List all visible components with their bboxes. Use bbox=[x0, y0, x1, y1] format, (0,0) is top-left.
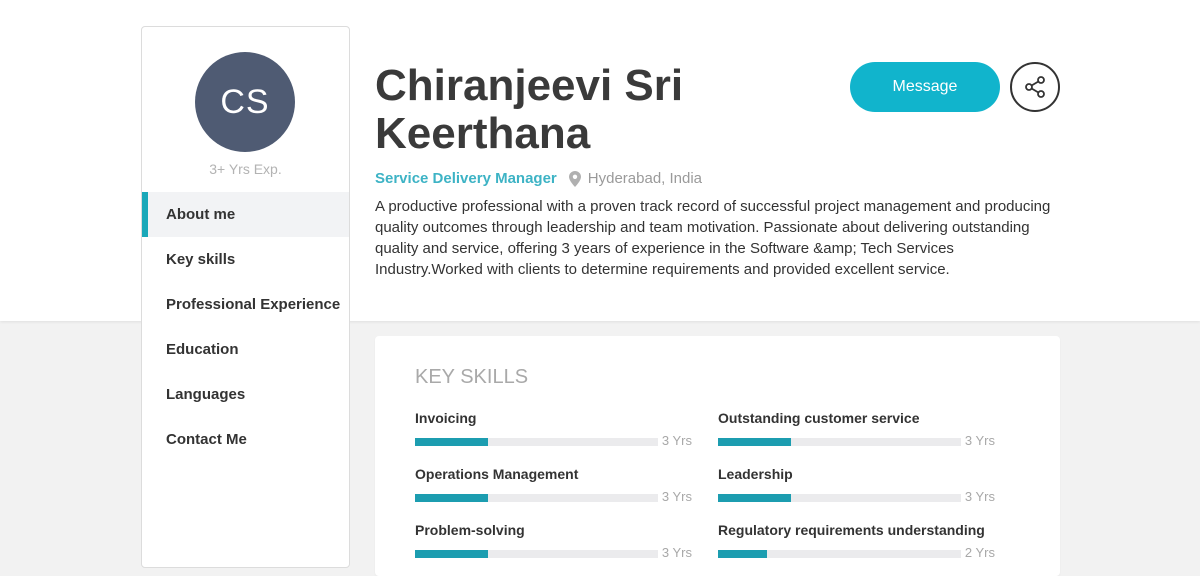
skill-bar bbox=[415, 438, 658, 446]
skill-years: 3 Yrs bbox=[964, 489, 995, 504]
skill-years: 2 Yrs bbox=[964, 545, 995, 560]
skill-item: Problem-solving 3 Yrs bbox=[415, 522, 692, 560]
skill-years: 3 Yrs bbox=[661, 489, 692, 504]
skill-name: Outstanding customer service bbox=[718, 410, 920, 426]
skill-years: 3 Yrs bbox=[661, 545, 692, 560]
skill-name: Leadership bbox=[718, 466, 793, 482]
message-button[interactable]: Message bbox=[850, 62, 1000, 112]
skill-bar-fill bbox=[415, 550, 488, 558]
share-button[interactable] bbox=[1010, 62, 1060, 112]
skill-bar-fill bbox=[718, 438, 791, 446]
skill-years: 3 Yrs bbox=[964, 433, 995, 448]
experience-label: 3+ Yrs Exp. bbox=[209, 161, 282, 177]
avatar: CS bbox=[195, 52, 295, 152]
key-skills-title: KEY SKILLS bbox=[415, 366, 529, 388]
profile-sidebar: CS 3+ Yrs Exp. About me Key skills Profe… bbox=[141, 26, 350, 568]
sidebar-item-education[interactable]: Education bbox=[142, 327, 349, 372]
skill-bar bbox=[415, 550, 658, 558]
share-icon bbox=[1025, 76, 1045, 98]
skill-item: Leadership 3 Yrs bbox=[718, 466, 995, 504]
skill-bar-fill bbox=[415, 438, 488, 446]
key-skills-card: KEY SKILLS Invoicing 3 Yrs Outstanding c… bbox=[375, 336, 1060, 576]
skill-item: Outstanding customer service 3 Yrs bbox=[718, 410, 995, 448]
profile-meta: Service Delivery Manager Hyderabad, Indi… bbox=[375, 170, 702, 187]
skill-bar-fill bbox=[415, 494, 488, 502]
job-title: Service Delivery Manager bbox=[375, 170, 557, 187]
sidebar-item-professional-experience[interactable]: Professional Experience bbox=[142, 282, 349, 327]
skill-bar-fill bbox=[718, 494, 791, 502]
skill-years: 3 Yrs bbox=[661, 433, 692, 448]
skill-item: Invoicing 3 Yrs bbox=[415, 410, 692, 448]
sidebar-item-contact-me[interactable]: Contact Me bbox=[142, 417, 349, 462]
sidebar-item-about-me[interactable]: About me bbox=[142, 192, 349, 237]
profile-name: Chiranjeevi Sri Keerthana bbox=[375, 62, 795, 158]
sidebar-nav: About me Key skills Professional Experie… bbox=[142, 192, 349, 462]
skill-bar bbox=[718, 438, 961, 446]
skill-name: Invoicing bbox=[415, 410, 477, 426]
skill-bar-fill bbox=[718, 550, 767, 558]
skill-name: Regulatory requirements understanding bbox=[718, 522, 985, 538]
skill-name: Problem-solving bbox=[415, 522, 525, 538]
profile-name-line-2: Keerthana bbox=[375, 109, 591, 158]
skill-bar bbox=[415, 494, 658, 502]
location-label: Hyderabad, India bbox=[587, 170, 703, 187]
sidebar-item-key-skills[interactable]: Key skills bbox=[142, 237, 349, 282]
skill-bar bbox=[718, 494, 961, 502]
skill-item: Regulatory requirements understanding 2 … bbox=[718, 522, 995, 560]
profile-name-line-1: Chiranjeevi Sri bbox=[375, 61, 684, 110]
location-pin-icon bbox=[568, 170, 581, 187]
about-text: A productive professional with a proven … bbox=[375, 198, 1051, 278]
skill-bar bbox=[718, 550, 961, 558]
sidebar-item-languages[interactable]: Languages bbox=[142, 372, 349, 417]
skill-name: Operations Management bbox=[415, 466, 579, 482]
skill-item: Operations Management 3 Yrs bbox=[415, 466, 692, 504]
